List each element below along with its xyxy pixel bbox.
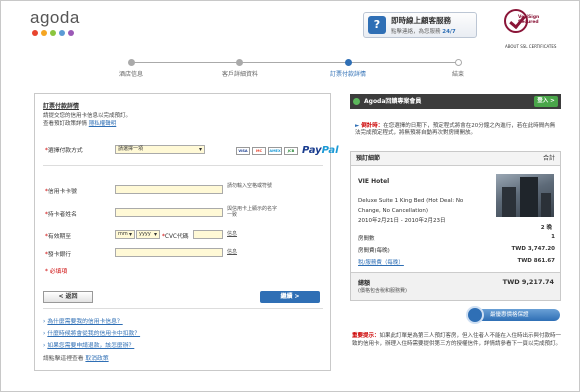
payment-method-label: *選擇付款方式: [45, 148, 83, 154]
total-column-label: 合計: [542, 155, 555, 162]
paypal-logo[interactable]: PayPal: [302, 145, 339, 156]
required-note: * 必填項: [45, 269, 68, 275]
step-dot-2: [236, 59, 243, 66]
arrow-icon: ►: [355, 123, 360, 129]
payment-form-panel: 訂票付款詳情 請提交您的信用卡信息以完成預訂。 查看預訂政策詳情 隱私權聲明 *…: [34, 93, 339, 371]
intro-line-2: 查看預訂政策詳情 隱私權聲明: [43, 121, 117, 127]
expiry-month-select[interactable]: mm: [115, 230, 135, 239]
expiry-label: *有效期至: [45, 234, 72, 240]
live-chat-title: 即時線上顧客服務: [391, 16, 451, 25]
progress-line: [131, 62, 459, 63]
important-notice: 重要提示：如果此訂單是為第三人預訂客房，但入住者人不能在入住時出示與付款時一致的…: [352, 333, 562, 347]
grand-total-note: (價格包含稅和服務費): [358, 288, 407, 294]
arrow-icon: ›: [43, 331, 46, 337]
tax-row: 稅/服務費（每晚） TWD 861.67: [358, 258, 555, 266]
step-label-2: 客戶詳細資料: [221, 71, 258, 78]
cvc-info-link[interactable]: 信息: [227, 231, 277, 237]
form-title: 訂票付款詳情: [43, 103, 80, 110]
step-label-1: 酒店信息: [118, 71, 143, 78]
continue-button[interactable]: 繼續 >: [260, 291, 320, 303]
booking-details-header: 預訂細節 合計: [351, 152, 560, 166]
expiry-year-select[interactable]: yyyy: [136, 230, 160, 239]
card-number-input[interactable]: [115, 185, 223, 194]
amex-icon: AMEX: [268, 146, 282, 155]
faq-link-1[interactable]: › 為什麼需要我的信用卡信息？: [43, 316, 123, 325]
question-icon: ?: [368, 16, 386, 34]
bank-info-link[interactable]: 信息: [227, 249, 277, 255]
room-rate-row: 房間費(每晚) TWD 3,747.20: [358, 246, 555, 254]
member-login-button[interactable]: 登入 >: [534, 96, 558, 107]
holder-note: 與信用卡上顯示的名字一致: [227, 206, 278, 218]
grand-total-label: 總額: [358, 280, 371, 287]
logo-text: agoda: [30, 8, 80, 27]
visa-icon: VISA: [236, 146, 250, 155]
step-label-3: 訂票付款詳情: [329, 71, 366, 78]
agoda-logo[interactable]: agoda: [30, 8, 80, 36]
cvc-input[interactable]: [193, 230, 223, 239]
arrow-icon: ›: [43, 343, 46, 349]
holder-label: *持卡者姓名: [45, 212, 77, 218]
card-number-note: 請勿輸入空格或符號: [227, 183, 273, 189]
cancel-policy-link[interactable]: 取消政策: [85, 356, 108, 362]
hotel-photo-tower: [520, 177, 538, 217]
guarantee-seal-icon: [466, 306, 484, 324]
bank-input[interactable]: [115, 248, 223, 257]
countdown-notice: ► 倒計時：在您選擇的日期下，預定程式將會在20分鐘之內進行，若在此時間內無法完成…: [355, 123, 556, 136]
guarantee-label: 最優惠價格保證: [490, 312, 529, 318]
hotel-photo-tower: [541, 193, 551, 217]
help-text: 請點擊這裡查看 取消政策: [43, 356, 109, 362]
logo-dots: [32, 30, 80, 36]
form-divider: [43, 165, 323, 166]
booking-details-panel: 預訂細節 合計 VIE Hotel Deluxe Suite 1 King Be…: [350, 151, 561, 301]
step-dot-3: [345, 59, 352, 66]
card-logos: VISA MC AMEX JCB PayPal: [236, 145, 339, 156]
rooms-row: 房間數 1: [358, 234, 555, 242]
grand-total-value: TWD 9,217.74: [502, 278, 554, 286]
logo-dot: [41, 30, 47, 36]
back-button[interactable]: < 返回: [43, 291, 93, 303]
faq-link-2[interactable]: › 什麼時候將會從我的信用卡中扣款？: [43, 328, 140, 337]
arrow-icon: ›: [43, 319, 46, 325]
form-intro: 請提交您的信用卡信息以完成預訂。 查看預訂政策詳情 隱私權聲明: [43, 112, 131, 128]
logo-dot: [59, 30, 65, 36]
verisign-seal[interactable]: VeriSign Secured: [502, 9, 548, 33]
live-chat-sub: 點擊連絡，為您服務 24/7: [391, 29, 456, 35]
booking-title: 預訂細節: [356, 155, 381, 162]
payment-method-select[interactable]: 請選擇一項: [115, 145, 205, 154]
room-description: Deluxe Suite 1 King Bed (Hot Deal: No Ch…: [358, 198, 464, 224]
verisign-label: VeriSign Secured: [518, 15, 540, 25]
member-title: Agoda回饋專案會員: [364, 98, 422, 105]
logo-dot: [50, 30, 56, 36]
live-chat-button[interactable]: ? 即時線上顧客服務 點擊連絡，為您服務 24/7: [363, 12, 477, 38]
card-number-label: *信用卡卡號: [45, 189, 77, 195]
nights-count: 2 晚: [540, 225, 552, 231]
tax-link[interactable]: 稅/服務費（每晚）: [358, 260, 404, 266]
hotel-name: VIE Hotel: [358, 178, 390, 185]
logo-dot: [32, 30, 38, 36]
step-dot-1: [128, 59, 135, 66]
intro-line-1: 請提交您的信用卡信息以完成預訂。: [43, 113, 132, 119]
price-guarantee-badge[interactable]: 最優惠價格保證: [466, 306, 560, 324]
step-label-4: 結束: [451, 71, 464, 78]
hotel-photo-tower: [502, 187, 516, 217]
holder-input[interactable]: [115, 208, 223, 217]
step-dot-4: [455, 59, 462, 66]
ssl-about-link[interactable]: ABOUT SSL CERTIFICATES: [505, 44, 556, 49]
hotel-photo: [496, 174, 554, 217]
privacy-link[interactable]: 隱私權聲明: [89, 121, 117, 127]
member-icon: [353, 98, 360, 105]
cvc-label: *CVC代碼: [162, 234, 189, 240]
member-bar: Agoda回饋專案會員 登入 >: [350, 94, 561, 109]
faq-link-3[interactable]: › 如果您需要申請退款，該怎麼辦？: [43, 340, 134, 349]
logo-dot: [68, 30, 74, 36]
bank-label: *發卡銀行: [45, 252, 72, 258]
mastercard-icon: MC: [252, 146, 266, 155]
faq-divider: [43, 308, 323, 309]
grand-total-box: 總額 (價格包含稅和服務費) TWD 9,217.74: [351, 272, 560, 300]
jcb-icon: JCB: [284, 146, 298, 155]
